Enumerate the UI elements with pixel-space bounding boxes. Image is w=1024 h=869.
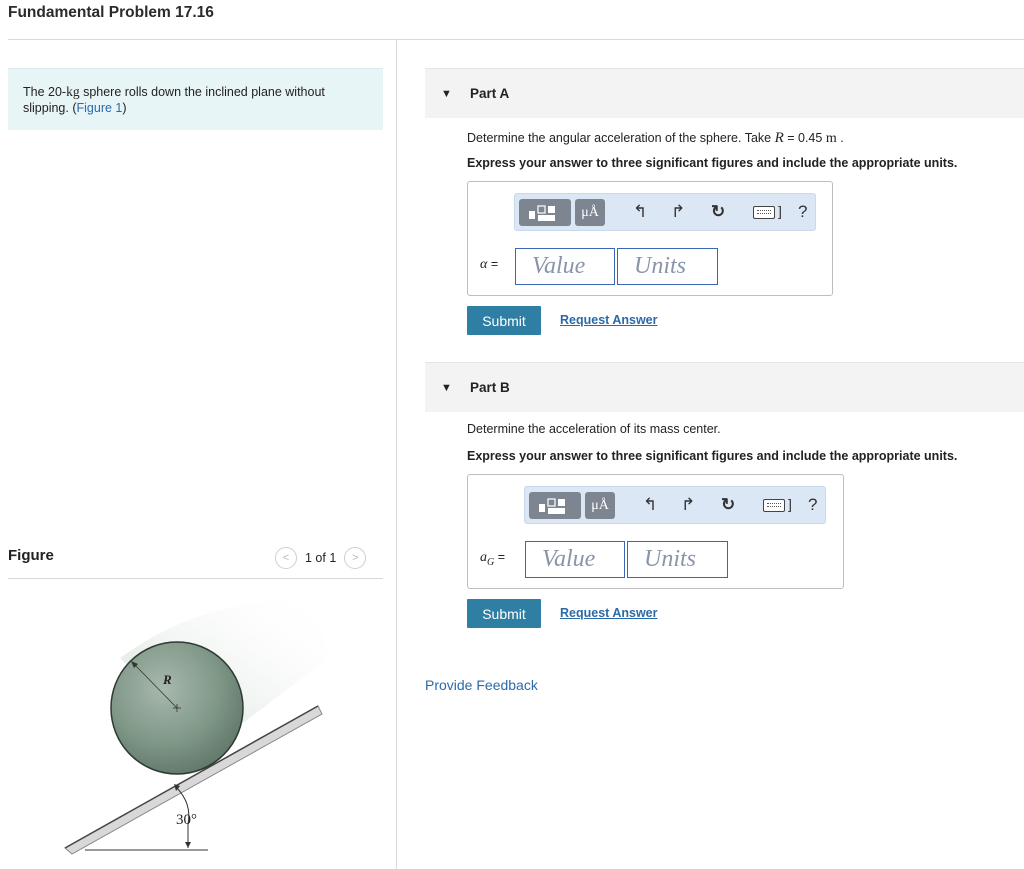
figure-page-count: 1 of 1 — [305, 551, 337, 565]
page-title: Fundamental Problem 17.16 — [8, 4, 214, 21]
prev-figure-button[interactable]: < — [275, 547, 297, 569]
ag-symbol: a — [480, 550, 487, 565]
ag-label: aG = — [480, 550, 505, 568]
part-b-answer-box: μÅ ↰ ↱ ↻ ] ? aG = Value Units — [467, 474, 844, 589]
part-a-question-end: . — [836, 131, 844, 145]
keyboard-icon[interactable] — [763, 499, 785, 512]
part-a-instruction: Express your answer to three significant… — [467, 156, 958, 170]
part-a-math-toolbar: μÅ ↰ ↱ ↻ ] ? — [514, 193, 816, 231]
collapse-triangle-icon[interactable]: ▼ — [441, 88, 452, 100]
angle-label: 30° — [176, 812, 197, 828]
length-unit: m — [825, 131, 837, 146]
templates-icon — [539, 497, 565, 514]
problem-statement: The 20-kg sphere rolls down the inclined… — [8, 68, 383, 130]
keyboard-icon[interactable] — [753, 206, 775, 219]
part-a-question: Determine the angular acceleration of th… — [467, 130, 844, 147]
submit-button[interactable]: Submit — [467, 599, 541, 628]
undo-icon[interactable]: ↰ — [633, 203, 647, 221]
equals-sign: = — [494, 550, 506, 564]
reset-icon[interactable]: ↻ — [711, 203, 725, 221]
part-a-question-eq: = 0.45 — [783, 131, 826, 145]
units-input[interactable]: Units — [617, 248, 718, 285]
request-answer-link[interactable]: Request Answer — [560, 606, 657, 620]
keyboard-bracket: ] — [788, 496, 792, 512]
intro-text-before: The 20- — [23, 85, 67, 99]
part-a-question-text: Determine the angular acceleration of th… — [467, 131, 775, 145]
part-b-math-toolbar: μÅ ↰ ↱ ↻ ] ? — [524, 486, 826, 524]
part-a-title: Part A — [470, 86, 510, 101]
column-divider — [396, 40, 397, 869]
arrowhead-icon — [185, 842, 191, 848]
value-input[interactable]: Value — [525, 541, 625, 578]
request-answer-link[interactable]: Request Answer — [560, 313, 657, 327]
undo-icon[interactable]: ↰ — [643, 496, 657, 514]
part-b-header[interactable]: ▼ Part B — [425, 362, 1024, 412]
part-b-question: Determine the acceleration of its mass c… — [467, 422, 721, 436]
templates-icon — [529, 204, 555, 221]
help-icon[interactable]: ? — [808, 495, 817, 515]
header-divider — [8, 39, 1024, 40]
radius-label: R — [162, 672, 172, 687]
equals-sign: = — [487, 257, 499, 271]
redo-icon[interactable]: ↱ — [681, 496, 695, 514]
submit-button[interactable]: Submit — [467, 306, 541, 335]
collapse-triangle-icon[interactable]: ▼ — [441, 382, 452, 394]
radius-variable: R — [774, 130, 784, 146]
figure-heading: Figure — [8, 547, 54, 564]
reset-icon[interactable]: ↻ — [721, 496, 735, 514]
intro-text-end: ) — [122, 101, 127, 115]
sphere-incline-figure: 30° R — [64, 601, 328, 855]
keyboard-bracket: ] — [778, 203, 782, 219]
templates-button[interactable] — [519, 199, 571, 226]
part-b-instruction: Express your answer to three significant… — [467, 449, 958, 463]
figure-divider — [8, 578, 383, 579]
part-b-title: Part B — [470, 380, 510, 395]
next-figure-button[interactable]: > — [344, 547, 367, 569]
redo-icon[interactable]: ↱ — [671, 203, 685, 221]
alpha-label: α = — [480, 257, 498, 273]
part-a-answer-box: μÅ ↰ ↱ ↻ ] ? α = Value Units — [467, 181, 833, 296]
provide-feedback-link[interactable]: Provide Feedback — [425, 677, 538, 693]
chevron-right-icon: > — [352, 552, 359, 564]
figure-pager: < 1 of 1 > — [275, 547, 367, 569]
figure-link[interactable]: Figure 1 — [77, 101, 123, 115]
value-input[interactable]: Value — [515, 248, 615, 285]
templates-button[interactable] — [529, 492, 581, 519]
units-input[interactable]: Units — [627, 541, 728, 578]
part-a-header[interactable]: ▼ Part A — [425, 68, 1024, 118]
mass-unit: kg — [66, 84, 80, 99]
help-icon[interactable]: ? — [798, 202, 807, 222]
units-button[interactable]: μÅ — [585, 492, 615, 519]
units-button[interactable]: μÅ — [575, 199, 605, 226]
chevron-left-icon: < — [282, 552, 290, 564]
